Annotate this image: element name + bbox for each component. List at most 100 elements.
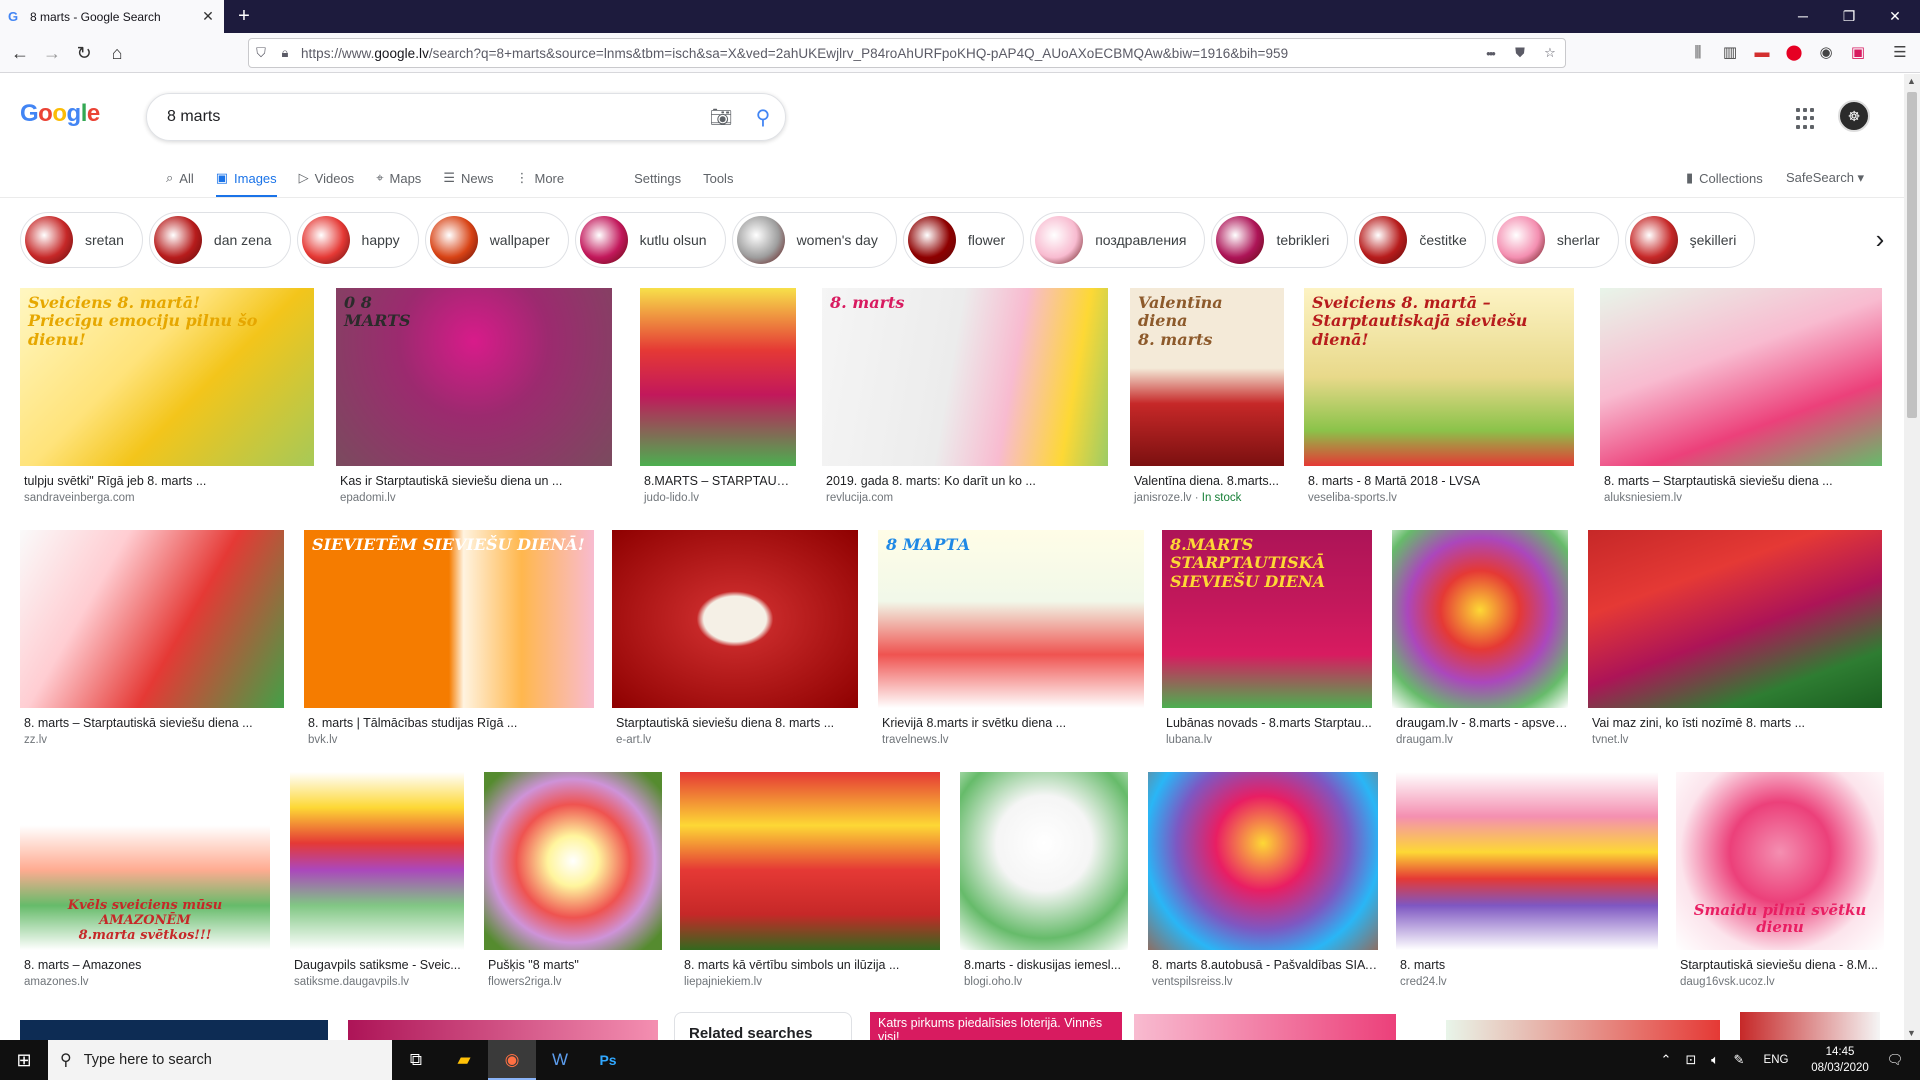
thumbnail-overlay-text: Valentīna diena 8. marts: [1138, 293, 1223, 349]
result-thumbnail[interactable]: [1396, 772, 1658, 950]
result-title[interactable]: Daugavpils satiksme - Sveic...: [294, 958, 464, 972]
result-source: epadomi.lv: [340, 492, 396, 504]
result-source: judo-lido.lv: [644, 492, 699, 504]
source-domain: veseliba-sports.lv: [1308, 492, 1397, 504]
result-thumbnail[interactable]: [484, 772, 662, 950]
stock-badge: In stock: [1201, 492, 1242, 504]
result-source: sandraveinberga.com: [24, 492, 135, 504]
source-domain: janisroze.lv: [1134, 492, 1192, 504]
result-title[interactable]: Vai maz zini, ko īsti nozīmē 8. marts ..…: [1592, 716, 1882, 730]
result-title[interactable]: 2019. gada 8. marts: Ko darīt un ko ...: [826, 474, 1108, 488]
result-source: liepajniekiem.lv: [684, 976, 762, 988]
result-thumbnail[interactable]: Kvēls sveiciens mūsu AMAZONĒM 8.marta sv…: [20, 772, 270, 950]
result-thumbnail[interactable]: [1588, 530, 1882, 708]
pen-icon[interactable]: ✎: [1728, 1040, 1750, 1080]
result-thumbnail[interactable]: [20, 530, 284, 708]
source-domain: blogi.oho.lv: [964, 976, 1023, 988]
windows-start-icon[interactable]: ⊞: [0, 1040, 48, 1080]
search-icon: ⚲: [60, 1052, 72, 1069]
result-source: revlucija.com: [826, 492, 893, 504]
source-domain: sandraveinberga.com: [24, 492, 135, 504]
system-clock[interactable]: 14:45 08/03/2020: [1800, 1044, 1880, 1076]
source-domain: ventspilsreiss.lv: [1152, 976, 1233, 988]
page-scrollbar[interactable]: ▲ ▼: [1904, 74, 1920, 1040]
result-source: lubana.lv: [1166, 734, 1212, 746]
windows-taskbar: ⊞ ⚲ Type here to search ⧉ ▰ ◉ W Ps ⌃ ⊡ 🔈…: [0, 1040, 1920, 1080]
taskbar-search-placeholder: Type here to search: [83, 1052, 212, 1068]
source-domain: judo-lido.lv: [644, 492, 699, 504]
result-title[interactable]: Starptautiskā sieviešu diena - 8.M...: [1680, 958, 1884, 972]
result-thumbnail[interactable]: [290, 772, 464, 950]
result-thumbnail[interactable]: [1600, 288, 1882, 466]
result-thumbnail[interactable]: 8.MARTS STARPTAUTISKĀ SIEVIEŠU DIENA: [1162, 530, 1372, 708]
photoshop-icon[interactable]: Ps: [584, 1040, 632, 1080]
result-title[interactable]: draugam.lv - 8.marts - apsvei...: [1396, 716, 1568, 730]
result-thumbnail[interactable]: 8 МАРТА: [878, 530, 1144, 708]
result-title[interactable]: 8.marts - diskusijas iemesl...: [964, 958, 1128, 972]
result-title[interactable]: 8. marts | Tālmācības studijas Rīgā ...: [308, 716, 594, 730]
result-title[interactable]: 8. marts - 8 Martā 2018 - LVSA: [1308, 474, 1574, 488]
source-domain: revlucija.com: [826, 492, 894, 504]
result-source: blogi.oho.lv: [964, 976, 1022, 988]
result-title[interactable]: Krievijā 8.marts ir svētku diena ...: [882, 716, 1144, 730]
lottery-banner: Katrs pirkums piedalīsies loterijā. Vinn…: [870, 1012, 1122, 1040]
thumbnail-overlay-text: SIEVIETĒM SIEVIEŠU DIENĀ!: [312, 535, 585, 554]
result-thumbnail[interactable]: Sveiciens 8. martā! Priecīgu emociju pil…: [20, 288, 314, 466]
volume-icon[interactable]: 🔈︎: [1704, 1040, 1726, 1080]
file-explorer-icon[interactable]: ▰: [440, 1040, 488, 1080]
word-icon[interactable]: W: [536, 1040, 584, 1080]
result-source: aluksniesiem.lv: [1604, 492, 1682, 504]
result-title[interactable]: tulpju svētki" Rīgā jeb 8. marts ...: [24, 474, 314, 488]
result-thumbnail[interactable]: 0 8 MARTS: [336, 288, 612, 466]
result-thumbnail[interactable]: [1392, 530, 1568, 708]
image-results-grid: Sveiciens 8. martā! Priecīgu emociju pil…: [0, 0, 1904, 1040]
result-title[interactable]: Lubānas novads - 8.marts Starptau...: [1166, 716, 1372, 730]
result-thumbnail[interactable]: 8. marts: [822, 288, 1108, 466]
language-indicator[interactable]: ENG: [1758, 1040, 1794, 1080]
thumbnail-overlay-text: 8. marts: [830, 293, 905, 312]
result-title[interactable]: Starptautiskā sieviešu diena 8. marts ..…: [616, 716, 858, 730]
clock-date: 08/03/2020: [1811, 1062, 1869, 1074]
result-thumbnail[interactable]: [960, 772, 1128, 950]
task-view-icon[interactable]: ⧉: [392, 1040, 440, 1080]
result-title[interactable]: 8. marts – Starptautiskā sieviešu diena …: [1604, 474, 1882, 488]
result-thumbnail[interactable]: SIEVIETĒM SIEVIEŠU DIENĀ!: [304, 530, 594, 708]
scrollbar-thumb[interactable]: [1907, 92, 1917, 418]
result-title[interactable]: Valentīna diena. 8.marts...: [1134, 474, 1284, 488]
notification-icon[interactable]: 🗨︎: [1880, 1040, 1910, 1080]
result-title[interactable]: 8. marts kā vērtību simbols un ilūzija .…: [684, 958, 940, 972]
result-title[interactable]: 8. marts – Starptautiskā sieviešu diena …: [24, 716, 284, 730]
result-thumbnail[interactable]: Valentīna diena 8. marts: [1130, 288, 1284, 466]
result-thumbnail[interactable]: [1148, 772, 1378, 950]
result-title[interactable]: 8. marts: [1400, 958, 1658, 972]
source-domain: draugam.lv: [1396, 734, 1453, 746]
tray-chevron-icon[interactable]: ⌃: [1656, 1040, 1676, 1080]
result-thumbnail[interactable]: Smaidu pilnū svētku dienu: [1676, 772, 1884, 950]
source-domain: e-art.lv: [616, 734, 652, 746]
thumbnail-overlay-text: Kvēls sveiciens mūsu AMAZONĒM 8.marta sv…: [67, 898, 223, 944]
firefox-icon[interactable]: ◉: [488, 1040, 536, 1080]
network-icon[interactable]: ⊡: [1680, 1040, 1702, 1080]
result-thumbnail[interactable]: [680, 772, 940, 950]
source-domain: bvk.lv: [308, 734, 338, 746]
result-source: zz.lv: [24, 734, 47, 746]
result-source: janisroze.lv · In stock: [1134, 492, 1241, 504]
result-title[interactable]: 8. marts 8.autobusā - Pašvaldības SIA ..…: [1152, 958, 1378, 972]
result-title[interactable]: 8.MARTS – STARPTAUTIS...: [644, 474, 796, 488]
result-title[interactable]: Kas ir Starptautiskā sieviešu diena un .…: [340, 474, 612, 488]
result-title[interactable]: 8. marts – Amazones: [24, 958, 270, 972]
source-domain: zz.lv: [24, 734, 47, 746]
result-thumbnail[interactable]: [612, 530, 858, 708]
scroll-down-icon[interactable]: ▼: [1907, 1028, 1916, 1038]
source-domain: satiksme.daugavpils.lv: [294, 976, 410, 988]
scroll-up-icon[interactable]: ▲: [1907, 76, 1916, 86]
result-source: bvk.lv: [308, 734, 337, 746]
result-source: travelnews.lv: [882, 734, 948, 746]
result-thumbnail[interactable]: Sveiciens 8. martā – Starptautiskajā sie…: [1304, 288, 1574, 466]
thumbnail-overlay-text: 8 МАРТА: [886, 535, 971, 554]
taskbar-search[interactable]: ⚲ Type here to search: [48, 1040, 392, 1080]
result-title[interactable]: Pušķis "8 marts": [488, 958, 662, 972]
result-source: e-art.lv: [616, 734, 651, 746]
result-thumbnail[interactable]: [640, 288, 796, 466]
thumbnail-overlay-text: 8.MARTS STARPTAUTISKĀ SIEVIEŠU DIENA: [1170, 535, 1325, 591]
